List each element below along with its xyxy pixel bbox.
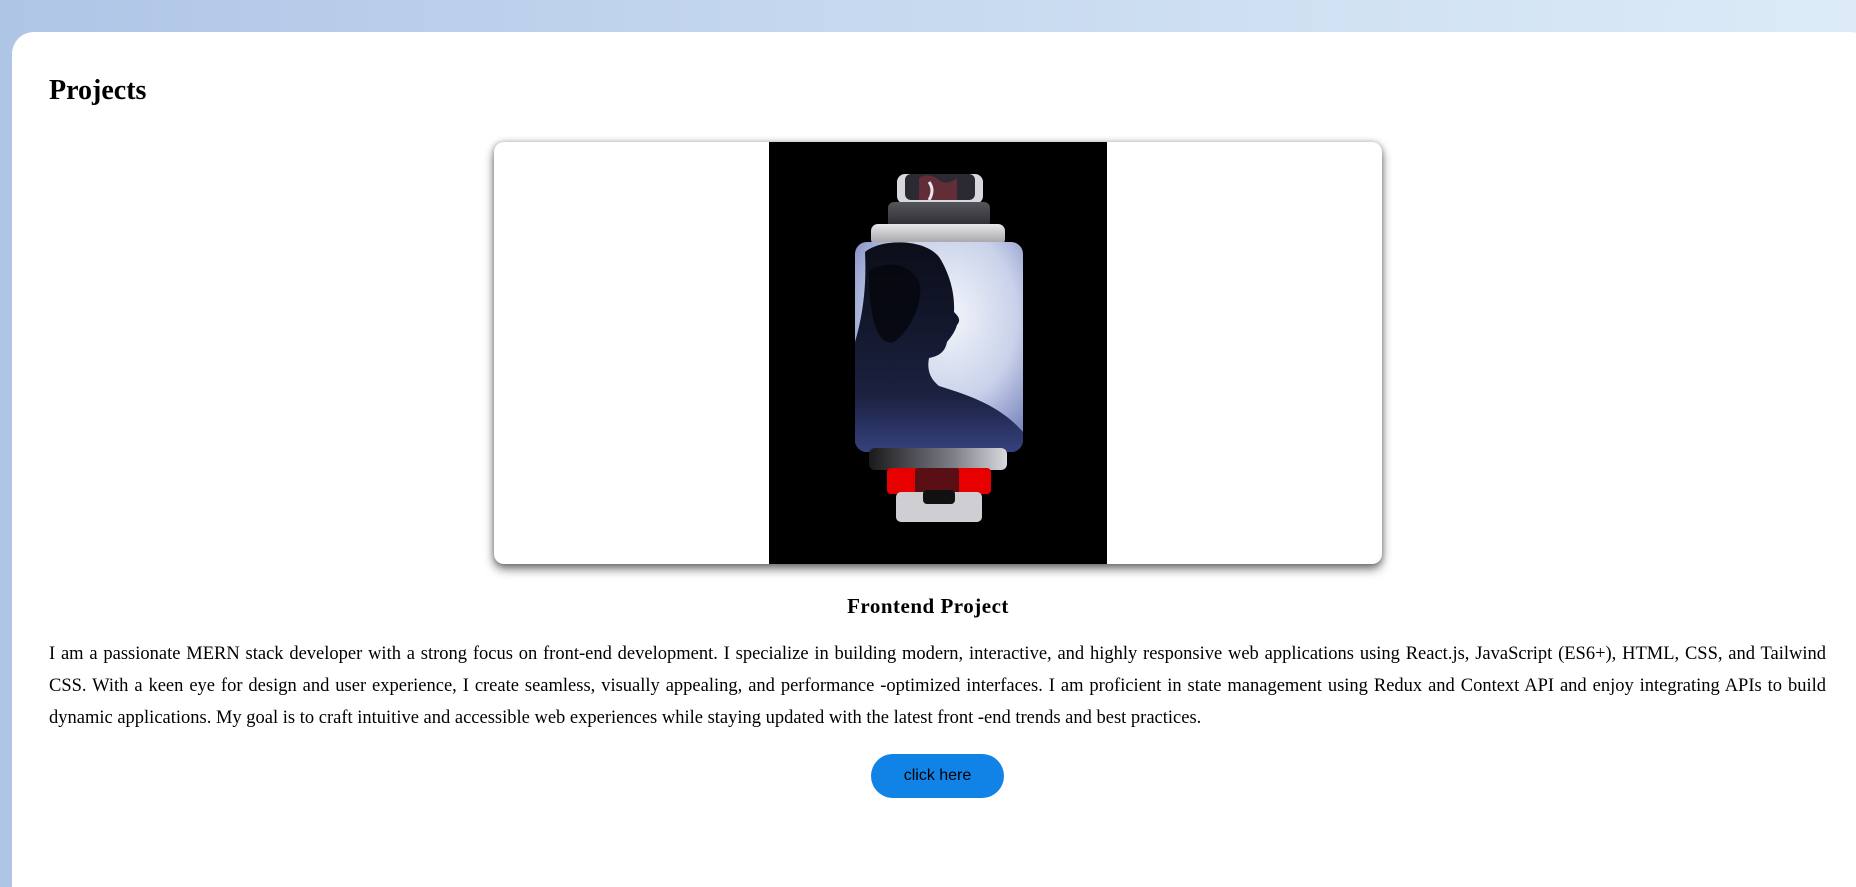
project-image [769,142,1107,564]
project-image-frame [494,142,1382,564]
content-card: Projects Frontend Project I am a passion… [12,32,1856,887]
section-title: Projects [49,75,147,106]
click-here-button[interactable]: click here [871,754,1004,798]
portrait-artwork [855,174,1023,522]
project-description: I am a passionate MERN stack developer w… [49,644,1826,728]
project-title: Frontend Project [847,594,1009,618]
